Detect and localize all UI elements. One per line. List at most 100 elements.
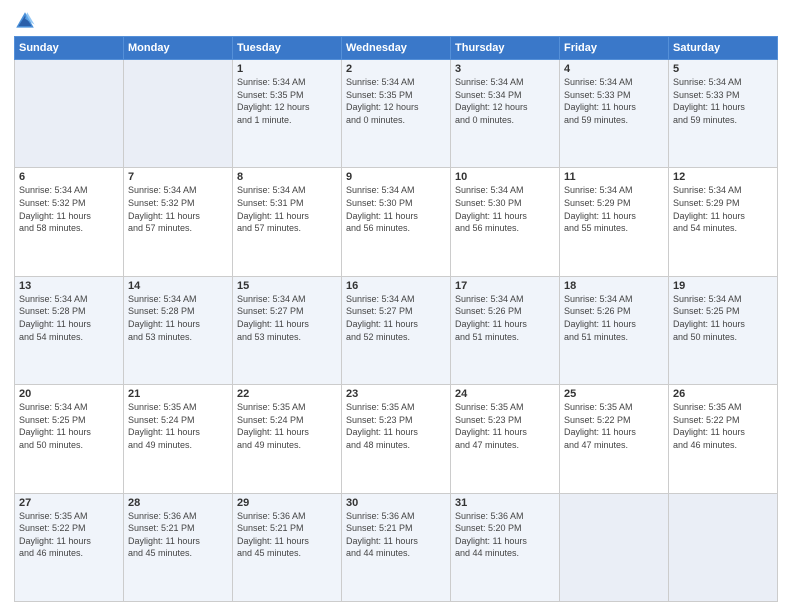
day-number: 14: [128, 280, 228, 292]
week-row-1: 1Sunrise: 5:34 AM Sunset: 5:35 PM Daylig…: [15, 60, 778, 168]
weekday-header-wednesday: Wednesday: [342, 37, 451, 60]
calendar-cell: 9Sunrise: 5:34 AM Sunset: 5:30 PM Daylig…: [342, 168, 451, 276]
day-number: 18: [564, 280, 664, 292]
day-info: Sunrise: 5:34 AM Sunset: 5:29 PM Dayligh…: [564, 184, 664, 234]
calendar-cell: 2Sunrise: 5:34 AM Sunset: 5:35 PM Daylig…: [342, 60, 451, 168]
logo: [14, 10, 38, 32]
day-number: 28: [128, 497, 228, 509]
weekday-header-row: SundayMondayTuesdayWednesdayThursdayFrid…: [15, 37, 778, 60]
day-info: Sunrise: 5:34 AM Sunset: 5:32 PM Dayligh…: [128, 184, 228, 234]
calendar-cell: 22Sunrise: 5:35 AM Sunset: 5:24 PM Dayli…: [233, 385, 342, 493]
day-info: Sunrise: 5:35 AM Sunset: 5:22 PM Dayligh…: [564, 401, 664, 451]
day-number: 23: [346, 388, 446, 400]
day-number: 26: [673, 388, 773, 400]
day-number: 4: [564, 63, 664, 75]
weekday-header-sunday: Sunday: [15, 37, 124, 60]
day-number: 31: [455, 497, 555, 509]
day-number: 25: [564, 388, 664, 400]
day-info: Sunrise: 5:34 AM Sunset: 5:32 PM Dayligh…: [19, 184, 119, 234]
day-number: 1: [237, 63, 337, 75]
day-info: Sunrise: 5:34 AM Sunset: 5:28 PM Dayligh…: [19, 293, 119, 343]
day-number: 21: [128, 388, 228, 400]
day-number: 9: [346, 171, 446, 183]
calendar-cell: 11Sunrise: 5:34 AM Sunset: 5:29 PM Dayli…: [560, 168, 669, 276]
calendar-cell: 15Sunrise: 5:34 AM Sunset: 5:27 PM Dayli…: [233, 276, 342, 384]
day-number: 10: [455, 171, 555, 183]
day-number: 19: [673, 280, 773, 292]
weekday-header-tuesday: Tuesday: [233, 37, 342, 60]
weekday-header-saturday: Saturday: [669, 37, 778, 60]
day-info: Sunrise: 5:34 AM Sunset: 5:30 PM Dayligh…: [455, 184, 555, 234]
calendar-cell: [124, 60, 233, 168]
day-number: 7: [128, 171, 228, 183]
day-info: Sunrise: 5:34 AM Sunset: 5:29 PM Dayligh…: [673, 184, 773, 234]
day-info: Sunrise: 5:34 AM Sunset: 5:35 PM Dayligh…: [346, 76, 446, 126]
day-info: Sunrise: 5:34 AM Sunset: 5:28 PM Dayligh…: [128, 293, 228, 343]
day-number: 3: [455, 63, 555, 75]
day-info: Sunrise: 5:34 AM Sunset: 5:26 PM Dayligh…: [564, 293, 664, 343]
calendar-cell: 18Sunrise: 5:34 AM Sunset: 5:26 PM Dayli…: [560, 276, 669, 384]
calendar-cell: 23Sunrise: 5:35 AM Sunset: 5:23 PM Dayli…: [342, 385, 451, 493]
week-row-4: 20Sunrise: 5:34 AM Sunset: 5:25 PM Dayli…: [15, 385, 778, 493]
weekday-header-thursday: Thursday: [451, 37, 560, 60]
calendar-cell: [15, 60, 124, 168]
calendar-cell: 28Sunrise: 5:36 AM Sunset: 5:21 PM Dayli…: [124, 493, 233, 601]
calendar-cell: 16Sunrise: 5:34 AM Sunset: 5:27 PM Dayli…: [342, 276, 451, 384]
day-info: Sunrise: 5:35 AM Sunset: 5:23 PM Dayligh…: [455, 401, 555, 451]
day-number: 12: [673, 171, 773, 183]
day-number: 27: [19, 497, 119, 509]
logo-icon: [14, 10, 36, 32]
day-info: Sunrise: 5:35 AM Sunset: 5:22 PM Dayligh…: [673, 401, 773, 451]
calendar-cell: 24Sunrise: 5:35 AM Sunset: 5:23 PM Dayli…: [451, 385, 560, 493]
day-number: 8: [237, 171, 337, 183]
day-number: 16: [346, 280, 446, 292]
day-info: Sunrise: 5:34 AM Sunset: 5:25 PM Dayligh…: [673, 293, 773, 343]
calendar-cell: 19Sunrise: 5:34 AM Sunset: 5:25 PM Dayli…: [669, 276, 778, 384]
day-info: Sunrise: 5:34 AM Sunset: 5:26 PM Dayligh…: [455, 293, 555, 343]
day-number: 11: [564, 171, 664, 183]
day-info: Sunrise: 5:36 AM Sunset: 5:21 PM Dayligh…: [237, 510, 337, 560]
day-info: Sunrise: 5:35 AM Sunset: 5:23 PM Dayligh…: [346, 401, 446, 451]
day-number: 13: [19, 280, 119, 292]
calendar-cell: 7Sunrise: 5:34 AM Sunset: 5:32 PM Daylig…: [124, 168, 233, 276]
day-number: 2: [346, 63, 446, 75]
calendar-cell: 21Sunrise: 5:35 AM Sunset: 5:24 PM Dayli…: [124, 385, 233, 493]
calendar-cell: 3Sunrise: 5:34 AM Sunset: 5:34 PM Daylig…: [451, 60, 560, 168]
calendar-cell: 30Sunrise: 5:36 AM Sunset: 5:21 PM Dayli…: [342, 493, 451, 601]
week-row-5: 27Sunrise: 5:35 AM Sunset: 5:22 PM Dayli…: [15, 493, 778, 601]
day-number: 24: [455, 388, 555, 400]
calendar-cell: 20Sunrise: 5:34 AM Sunset: 5:25 PM Dayli…: [15, 385, 124, 493]
weekday-header-friday: Friday: [560, 37, 669, 60]
page: SundayMondayTuesdayWednesdayThursdayFrid…: [0, 0, 792, 612]
day-info: Sunrise: 5:35 AM Sunset: 5:22 PM Dayligh…: [19, 510, 119, 560]
week-row-2: 6Sunrise: 5:34 AM Sunset: 5:32 PM Daylig…: [15, 168, 778, 276]
day-info: Sunrise: 5:36 AM Sunset: 5:21 PM Dayligh…: [346, 510, 446, 560]
day-info: Sunrise: 5:34 AM Sunset: 5:33 PM Dayligh…: [564, 76, 664, 126]
calendar-cell: 29Sunrise: 5:36 AM Sunset: 5:21 PM Dayli…: [233, 493, 342, 601]
day-info: Sunrise: 5:36 AM Sunset: 5:21 PM Dayligh…: [128, 510, 228, 560]
day-number: 22: [237, 388, 337, 400]
calendar-cell: 1Sunrise: 5:34 AM Sunset: 5:35 PM Daylig…: [233, 60, 342, 168]
calendar-cell: 5Sunrise: 5:34 AM Sunset: 5:33 PM Daylig…: [669, 60, 778, 168]
day-info: Sunrise: 5:35 AM Sunset: 5:24 PM Dayligh…: [128, 401, 228, 451]
day-number: 20: [19, 388, 119, 400]
week-row-3: 13Sunrise: 5:34 AM Sunset: 5:28 PM Dayli…: [15, 276, 778, 384]
calendar-cell: 14Sunrise: 5:34 AM Sunset: 5:28 PM Dayli…: [124, 276, 233, 384]
calendar-cell: 26Sunrise: 5:35 AM Sunset: 5:22 PM Dayli…: [669, 385, 778, 493]
day-info: Sunrise: 5:34 AM Sunset: 5:27 PM Dayligh…: [346, 293, 446, 343]
calendar-cell: 8Sunrise: 5:34 AM Sunset: 5:31 PM Daylig…: [233, 168, 342, 276]
day-info: Sunrise: 5:34 AM Sunset: 5:35 PM Dayligh…: [237, 76, 337, 126]
calendar-cell: 4Sunrise: 5:34 AM Sunset: 5:33 PM Daylig…: [560, 60, 669, 168]
day-number: 5: [673, 63, 773, 75]
day-info: Sunrise: 5:34 AM Sunset: 5:27 PM Dayligh…: [237, 293, 337, 343]
day-number: 6: [19, 171, 119, 183]
calendar-cell: 13Sunrise: 5:34 AM Sunset: 5:28 PM Dayli…: [15, 276, 124, 384]
header: [14, 10, 778, 32]
calendar-cell: [669, 493, 778, 601]
day-info: Sunrise: 5:35 AM Sunset: 5:24 PM Dayligh…: [237, 401, 337, 451]
day-number: 30: [346, 497, 446, 509]
calendar-cell: 10Sunrise: 5:34 AM Sunset: 5:30 PM Dayli…: [451, 168, 560, 276]
calendar-table: SundayMondayTuesdayWednesdayThursdayFrid…: [14, 36, 778, 602]
day-info: Sunrise: 5:34 AM Sunset: 5:25 PM Dayligh…: [19, 401, 119, 451]
day-info: Sunrise: 5:34 AM Sunset: 5:34 PM Dayligh…: [455, 76, 555, 126]
